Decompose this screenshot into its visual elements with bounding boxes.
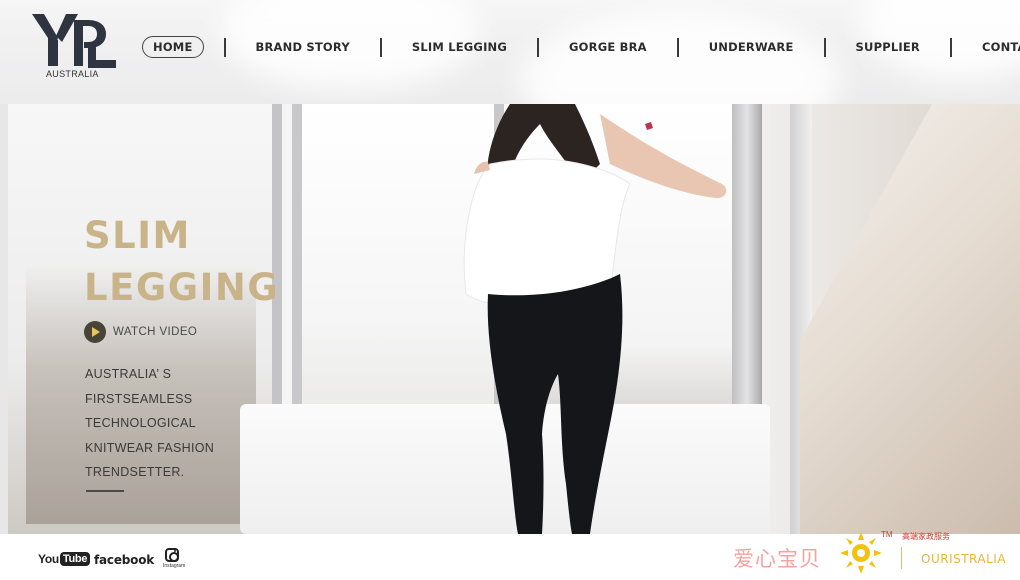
- hero-title: SLIM LEGGING: [84, 210, 279, 314]
- nav-supplier[interactable]: SUPPLIER: [856, 40, 920, 54]
- main-nav: HOME BRAND STORY SLIM LEGGING GORGE BRA …: [142, 32, 1020, 62]
- nav-slim-legging[interactable]: SLIM LEGGING: [412, 40, 507, 54]
- tagline-line: KNITWEAR FASHION: [85, 440, 215, 455]
- tagline-divider: [86, 490, 124, 492]
- instagram-icon[interactable]: Instagram: [163, 548, 193, 574]
- nav-separator: [823, 37, 826, 57]
- instagram-glyph: [165, 548, 179, 562]
- watch-video-label[interactable]: WATCH VIDEO: [113, 326, 197, 338]
- tagline-line: FIRSTSEAMLESS: [85, 391, 193, 406]
- nav-contact-us[interactable]: CONTACT US: [982, 40, 1020, 54]
- tagline-line: TECHNOLOGICAL: [85, 416, 196, 430]
- wall: [800, 104, 1020, 534]
- page: AUSTRALIA HOME BRAND STORY SLIM LEGGING …: [0, 0, 1020, 580]
- tagline-line: AUSTRALIA’ S: [85, 367, 172, 381]
- youtube-icon[interactable]: You Tube: [38, 552, 91, 566]
- nav-underware[interactable]: UNDERWARE: [709, 40, 794, 54]
- nav-separator: [949, 37, 952, 57]
- sun-logo-icon: [840, 532, 882, 574]
- hero-banner: SLIM LEGGING WATCH VIDEO AUSTRALIA’ S FI…: [0, 104, 1020, 534]
- youtube-you-text: You: [38, 552, 59, 566]
- tagline-line: TRENDSETTER.: [85, 465, 185, 479]
- hero-title-line2: LEGGING: [84, 266, 280, 309]
- watermark-brand: OURISTRALIA: [921, 552, 1007, 566]
- logo-subtitle: AUSTRALIA: [46, 69, 99, 79]
- watermark-small-text: 高端家政服务: [902, 532, 950, 541]
- instagram-label: Instagram: [163, 563, 186, 569]
- play-icon[interactable]: [84, 321, 106, 343]
- watermark-tm: TM: [881, 530, 893, 539]
- nav-brand-story[interactable]: BRAND STORY: [256, 40, 350, 54]
- nav-separator: [379, 37, 382, 57]
- hero-title-line1: SLIM: [84, 214, 191, 257]
- site-header: AUSTRALIA HOME BRAND STORY SLIM LEGGING …: [0, 0, 1020, 104]
- hero-tagline: AUSTRALIA’ S FIRSTSEAMLESS TECHNOLOGICAL…: [85, 362, 235, 485]
- watermark-divider: [901, 547, 902, 569]
- nav-home[interactable]: HOME: [142, 36, 204, 58]
- nav-separator: [223, 37, 226, 57]
- facebook-icon[interactable]: facebook: [94, 553, 154, 567]
- nav-separator: [676, 37, 679, 57]
- nav-separator: [537, 37, 540, 57]
- nav-gorge-bra[interactable]: GORGE BRA: [569, 40, 647, 54]
- watermark-cn-name: 爱心宝贝: [733, 547, 821, 571]
- model-photo: [463, 104, 727, 534]
- watch-video-button[interactable]: WATCH VIDEO: [84, 321, 197, 343]
- youtube-tube-text: Tube: [59, 552, 91, 566]
